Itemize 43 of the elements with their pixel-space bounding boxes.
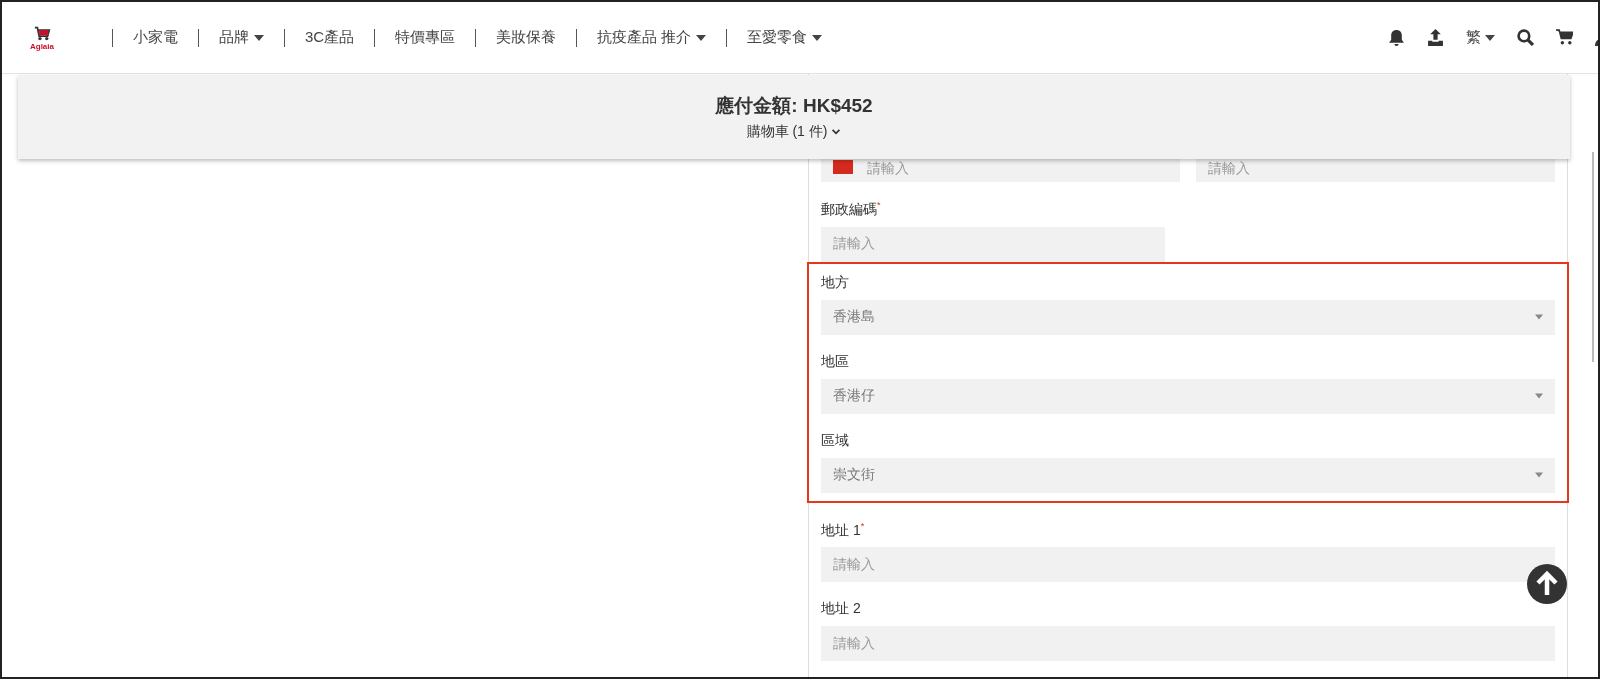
language-selector[interactable]: 繁 (1466, 28, 1495, 47)
nav-link[interactable]: 特價專區 (375, 28, 476, 47)
select-field[interactable]: 香港島 (821, 299, 1555, 335)
caret-icon (1485, 34, 1495, 41)
nav-link[interactable]: 小家電 (113, 28, 198, 47)
scroll-to-top-icon[interactable] (1527, 564, 1567, 604)
select-value: 香港仔 (833, 387, 875, 406)
field-label: 郵政編碼$^{*}$ (821, 200, 882, 219)
placeholder-text: 請輸入 (833, 555, 875, 574)
caret-icon (696, 34, 707, 41)
bell-icon[interactable] (1388, 29, 1405, 46)
search-icon[interactable] (1517, 29, 1534, 46)
select-value: 香港島 (833, 308, 875, 327)
logo-text[interactable]: Aglaia (30, 41, 54, 51)
placeholder-text: 請輸入 (833, 235, 875, 254)
field-label: 區域 (821, 431, 850, 450)
cart-icon[interactable] (1556, 29, 1573, 46)
nav-link[interactable]: 美妝保養 (476, 28, 577, 47)
scrollbar-thumb[interactable] (1592, 152, 1594, 362)
caret-icon (812, 34, 823, 41)
nav-link[interactable]: 至愛零食 (727, 28, 843, 47)
caret-icon (1535, 472, 1543, 479)
placeholder-text: 請輸入 (867, 160, 909, 178)
nav-link[interactable]: 抗疫產品 推介 (577, 28, 727, 47)
upload-icon[interactable] (1427, 29, 1444, 46)
select-value: 崇文街 (833, 466, 875, 485)
field-label: 地區 (821, 352, 850, 371)
select-field[interactable]: 崇文街 (821, 457, 1555, 493)
field-label: 地址 2 (821, 600, 862, 619)
cart-icon[interactable] (33, 24, 51, 42)
placeholder-text: 請輸入 (833, 634, 875, 653)
nav-link[interactable]: 3C產品 (285, 28, 375, 47)
caret-icon (1535, 314, 1543, 321)
select-field[interactable]: 香港仔 (821, 378, 1555, 414)
total-amount: 應付金額: HK$452 (715, 94, 873, 118)
placeholder-text: 請輸入 (1208, 160, 1250, 178)
chevron-down-icon (831, 129, 842, 135)
caret-icon (1535, 393, 1543, 400)
cart-toggle[interactable]: 購物車 (1 件) (746, 123, 842, 141)
field-label: 地址 1$^{*}$ (821, 520, 866, 540)
caret-icon (254, 34, 264, 41)
field-label: 地方 (821, 273, 850, 292)
nav-link[interactable]: 品牌 (199, 28, 284, 47)
